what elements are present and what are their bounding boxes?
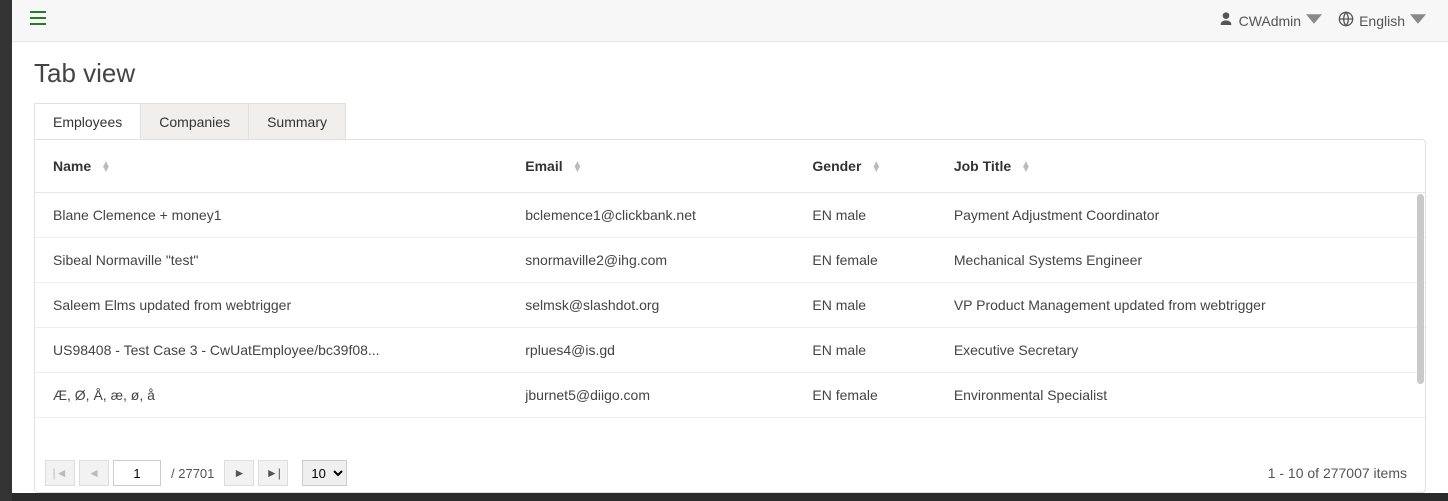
cell-gender: EN female — [794, 238, 935, 283]
user-icon — [1218, 11, 1234, 30]
pager-first-button[interactable]: |◄ — [45, 460, 75, 486]
cell-gender: EN female — [794, 373, 935, 418]
language-label: English — [1359, 13, 1405, 29]
cell-name: Sibeal Normaville "test" — [35, 238, 507, 283]
pager-page-size-select[interactable]: 10 — [302, 460, 347, 486]
tab-label: Employees — [53, 114, 122, 130]
left-rail — [0, 0, 12, 501]
first-page-icon: |◄ — [53, 466, 68, 480]
tab-employees[interactable]: Employees — [34, 103, 141, 140]
cell-email: rplues4@is.gd — [507, 328, 794, 373]
globe-icon — [1338, 11, 1354, 30]
table-row[interactable]: Blane Clemence + money1bclemence1@clickb… — [35, 193, 1425, 238]
cell-name: Æ, Ø, Å, æ, ø, å — [35, 373, 507, 418]
data-grid: Name ▲▼ Email ▲▼ Gender ▲▼ — [35, 140, 1425, 454]
caret-down-icon — [1306, 11, 1322, 30]
col-header-email[interactable]: Email ▲▼ — [507, 140, 794, 193]
pager-last-button[interactable]: ►| — [258, 460, 288, 486]
cell-email: snormaville2@ihg.com — [507, 238, 794, 283]
content: Tab view Employees Companies Summary Nam… — [12, 42, 1448, 501]
col-header-label: Job Title — [954, 158, 1011, 174]
pager-page-input[interactable] — [113, 460, 161, 486]
cell-gender: EN male — [794, 283, 935, 328]
tab-label: Summary — [267, 114, 327, 130]
pager-summary: 1 - 10 of 277007 items — [1268, 465, 1415, 481]
col-header-label: Gender — [812, 158, 861, 174]
cell-job: Payment Adjustment Coordinator — [936, 193, 1425, 238]
tab-companies[interactable]: Companies — [141, 103, 249, 140]
pager-total-pages: / 27701 — [165, 466, 220, 481]
pager-next-button[interactable]: ► — [224, 460, 254, 486]
col-header-label: Email — [525, 158, 562, 174]
table-row[interactable]: Æ, Ø, Å, æ, ø, åjburnet5@diigo.comEN fem… — [35, 373, 1425, 418]
tab-panel: Name ▲▼ Email ▲▼ Gender ▲▼ — [34, 139, 1426, 493]
cell-job: VP Product Management updated from webtr… — [936, 283, 1425, 328]
language-menu[interactable]: English — [1330, 7, 1434, 34]
menu-toggle-icon[interactable] — [26, 7, 50, 34]
prev-page-icon: ◄ — [88, 466, 100, 480]
tab-label: Companies — [159, 114, 230, 130]
pager-total-pages-value: 27701 — [178, 466, 214, 481]
cell-gender: EN male — [794, 328, 935, 373]
cell-name: US98408 - Test Case 3 - CwUatEmployee/bc… — [35, 328, 507, 373]
sort-icon: ▲▼ — [1021, 162, 1031, 172]
col-header-label: Name — [53, 158, 91, 174]
page-title: Tab view — [34, 58, 1426, 89]
cell-email: jburnet5@diigo.com — [507, 373, 794, 418]
cell-name: Blane Clemence + money1 — [35, 193, 507, 238]
next-page-icon: ► — [233, 466, 245, 480]
col-header-job-title[interactable]: Job Title ▲▼ — [936, 140, 1425, 193]
cell-email: selmsk@slashdot.org — [507, 283, 794, 328]
cell-job: Executive Secretary — [936, 328, 1425, 373]
pager: |◄ ◄ / 27701 ► ►| 10 1 - — [35, 454, 1425, 492]
scrollbar-thumb[interactable] — [1417, 194, 1424, 384]
pager-prev-button[interactable]: ◄ — [79, 460, 109, 486]
tabs: Employees Companies Summary — [34, 103, 1426, 140]
caret-down-icon — [1410, 11, 1426, 30]
table-row[interactable]: Saleem Elms updated from webtriggerselms… — [35, 283, 1425, 328]
topbar: CWAdmin English — [12, 0, 1448, 42]
sort-icon: ▲▼ — [871, 162, 881, 172]
table-row[interactable]: Sibeal Normaville "test"snormaville2@ihg… — [35, 238, 1425, 283]
cell-job: Environmental Specialist — [936, 373, 1425, 418]
col-header-gender[interactable]: Gender ▲▼ — [794, 140, 935, 193]
sort-icon: ▲▼ — [101, 162, 111, 172]
cell-name: Saleem Elms updated from webtrigger — [35, 283, 507, 328]
user-menu[interactable]: CWAdmin — [1210, 7, 1331, 34]
col-header-name[interactable]: Name ▲▼ — [35, 140, 507, 193]
bottom-bar — [12, 493, 1448, 501]
sort-icon: ▲▼ — [573, 162, 583, 172]
cell-email: bclemence1@clickbank.net — [507, 193, 794, 238]
cell-job: Mechanical Systems Engineer — [936, 238, 1425, 283]
last-page-icon: ►| — [266, 466, 281, 480]
tab-summary[interactable]: Summary — [249, 103, 346, 140]
table-row[interactable]: US98408 - Test Case 3 - CwUatEmployee/bc… — [35, 328, 1425, 373]
user-label: CWAdmin — [1239, 13, 1302, 29]
cell-gender: EN male — [794, 193, 935, 238]
